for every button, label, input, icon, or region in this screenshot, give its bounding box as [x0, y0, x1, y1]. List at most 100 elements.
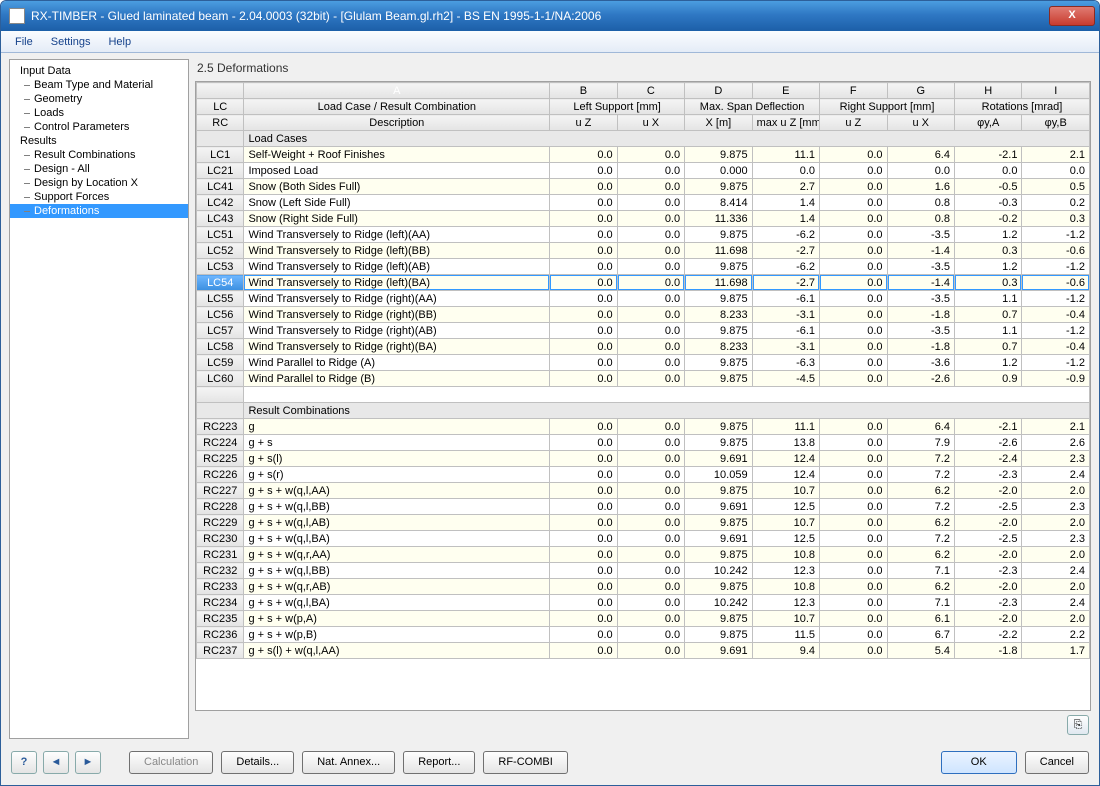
cell-value[interactable]: -2.6 [954, 435, 1021, 451]
cell-value[interactable]: 9.875 [685, 291, 752, 307]
cell-value[interactable]: 9.875 [685, 435, 752, 451]
cell-description[interactable]: g + s + w(q,r,AB) [244, 579, 550, 595]
table-row[interactable]: RC233g + s + w(q,r,AB)0.00.09.87510.80.0… [197, 579, 1090, 595]
cell-value[interactable]: 0.0 [617, 163, 684, 179]
cell-value[interactable]: 7.2 [887, 499, 954, 515]
cell-value[interactable]: 2.3 [1022, 451, 1090, 467]
cell-value[interactable]: 0.2 [1022, 195, 1090, 211]
table-row[interactable]: LC53Wind Transversely to Ridge (left)(AB… [197, 259, 1090, 275]
cell-description[interactable]: g [244, 419, 550, 435]
cell-value[interactable]: 1.4 [752, 211, 819, 227]
cell-description[interactable]: Snow (Right Side Full) [244, 211, 550, 227]
cell-value[interactable]: 2.0 [1022, 547, 1090, 563]
cell-value[interactable]: 6.2 [887, 483, 954, 499]
hdr-E[interactable]: E [752, 83, 819, 99]
cell-value[interactable]: -2.5 [954, 499, 1021, 515]
cell-value[interactable]: 8.233 [685, 307, 752, 323]
table-row[interactable]: RC225g + s(l)0.00.09.69112.40.07.2-2.42.… [197, 451, 1090, 467]
cell-value[interactable]: 1.7 [1022, 643, 1090, 659]
cell-value[interactable]: 2.0 [1022, 515, 1090, 531]
cell-value[interactable]: 10.7 [752, 483, 819, 499]
cell-value[interactable]: 0.7 [954, 339, 1021, 355]
cell-value[interactable]: 6.2 [887, 579, 954, 595]
cell-value[interactable]: 7.2 [887, 467, 954, 483]
cell-value[interactable]: 0.0 [820, 643, 887, 659]
cell-value[interactable]: 0.0 [617, 627, 684, 643]
cell-value[interactable]: -2.0 [954, 483, 1021, 499]
cell-value[interactable]: 0.0 [820, 243, 887, 259]
cell-value[interactable]: 9.875 [685, 227, 752, 243]
cell-value[interactable]: 0.5 [1022, 179, 1090, 195]
cell-description[interactable]: g + s(l) + w(q,l,AA) [244, 643, 550, 659]
cell-value[interactable]: -2.0 [954, 611, 1021, 627]
cell-value[interactable]: 0.0 [617, 451, 684, 467]
table-row[interactable]: LC1Self-Weight + Roof Finishes0.00.09.87… [197, 147, 1090, 163]
row-header[interactable]: RC227 [197, 483, 244, 499]
cell-value[interactable]: 0.0 [550, 227, 617, 243]
cell-value[interactable]: 0.0 [617, 339, 684, 355]
cell-value[interactable]: -2.7 [752, 275, 819, 291]
cell-value[interactable]: 9.875 [685, 611, 752, 627]
table-row[interactable]: RC236g + s + w(p,B)0.00.09.87511.50.06.7… [197, 627, 1090, 643]
cell-value[interactable]: 0.0 [617, 307, 684, 323]
results-grid[interactable]: A B C D E F G H I LC Load Case / R [195, 81, 1091, 711]
cell-value[interactable]: 0.0 [820, 483, 887, 499]
cell-value[interactable]: 0.0 [550, 307, 617, 323]
row-header[interactable]: LC58 [197, 339, 244, 355]
cell-description[interactable]: Wind Transversely to Ridge (left)(BA) [244, 275, 550, 291]
cell-value[interactable]: 0.0 [820, 275, 887, 291]
table-row[interactable]: LC42Snow (Left Side Full)0.00.08.4141.40… [197, 195, 1090, 211]
cell-value[interactable]: 0.0 [820, 499, 887, 515]
row-header[interactable]: LC55 [197, 291, 244, 307]
cell-value[interactable]: 1.4 [752, 195, 819, 211]
cell-value[interactable]: 0.0 [820, 307, 887, 323]
cell-value[interactable]: 2.1 [1022, 147, 1090, 163]
tree-geometry[interactable]: Geometry [10, 92, 188, 106]
cell-value[interactable]: 7.9 [887, 435, 954, 451]
cell-value[interactable]: 0.0 [617, 467, 684, 483]
cell-value[interactable]: 0.0 [617, 355, 684, 371]
row-header[interactable]: LC42 [197, 195, 244, 211]
cell-description[interactable]: Imposed Load [244, 163, 550, 179]
cell-value[interactable]: -0.4 [1022, 307, 1090, 323]
next-icon[interactable]: ► [75, 751, 101, 774]
cell-value[interactable]: 11.1 [752, 419, 819, 435]
cell-value[interactable]: 9.875 [685, 179, 752, 195]
cell-value[interactable]: -0.6 [1022, 275, 1090, 291]
cell-value[interactable]: 0.0 [820, 579, 887, 595]
cell-value[interactable]: 0.0 [617, 227, 684, 243]
cell-value[interactable]: 0.0 [820, 323, 887, 339]
row-header[interactable]: RC229 [197, 515, 244, 531]
cell-value[interactable]: 9.875 [685, 515, 752, 531]
cell-value[interactable]: 11.698 [685, 243, 752, 259]
row-header[interactable]: RC226 [197, 467, 244, 483]
cell-value[interactable]: 0.3 [1022, 211, 1090, 227]
cell-value[interactable]: 0.0 [550, 531, 617, 547]
cell-value[interactable]: 2.7 [752, 179, 819, 195]
row-header[interactable]: RC228 [197, 499, 244, 515]
cell-value[interactable]: -2.7 [752, 243, 819, 259]
cell-value[interactable]: 0.0 [887, 163, 954, 179]
cell-value[interactable]: 0.0 [550, 419, 617, 435]
cell-value[interactable]: 0.0 [617, 579, 684, 595]
cell-value[interactable]: 0.0 [617, 371, 684, 387]
cell-description[interactable]: g + s + w(q,l,AB) [244, 515, 550, 531]
cell-value[interactable]: 2.0 [1022, 579, 1090, 595]
cell-value[interactable]: -3.5 [887, 259, 954, 275]
ok-button[interactable]: OK [941, 751, 1017, 774]
cell-value[interactable]: 2.2 [1022, 627, 1090, 643]
cell-value[interactable]: 6.2 [887, 547, 954, 563]
cell-value[interactable]: 0.0 [820, 419, 887, 435]
cell-value[interactable]: 9.875 [685, 355, 752, 371]
cell-value[interactable]: -4.5 [752, 371, 819, 387]
nav-tree[interactable]: Input Data Beam Type and Material Geomet… [9, 59, 189, 739]
cell-value[interactable]: -3.5 [887, 227, 954, 243]
cell-value[interactable]: 13.8 [752, 435, 819, 451]
cell-value[interactable]: -1.2 [1022, 291, 1090, 307]
cell-value[interactable]: -2.1 [954, 147, 1021, 163]
cell-value[interactable]: 9.691 [685, 643, 752, 659]
cell-value[interactable]: -1.2 [1022, 227, 1090, 243]
table-row[interactable]: LC51Wind Transversely to Ridge (left)(AA… [197, 227, 1090, 243]
cell-value[interactable]: 0.0 [820, 211, 887, 227]
cell-value[interactable]: 0.0 [617, 243, 684, 259]
